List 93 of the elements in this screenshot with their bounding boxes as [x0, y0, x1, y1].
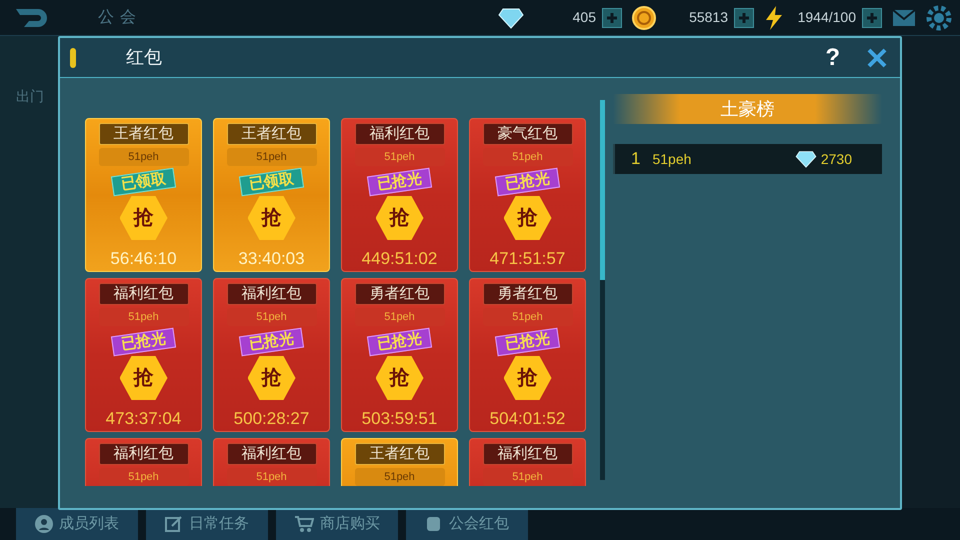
- status-stamp: 已抢光: [238, 328, 304, 356]
- packet-title: 王者红包: [226, 123, 316, 145]
- side-label: 出门: [16, 87, 44, 106]
- packet-card[interactable]: 福利红包 51peh: [213, 438, 330, 486]
- resource-value: 405: [572, 8, 596, 27]
- leaderboard-banner: 土豪榜: [613, 94, 882, 124]
- packet-title: 勇者红包: [482, 283, 572, 305]
- countdown-time: 500:28:27: [234, 408, 310, 430]
- plus-icon: [866, 12, 878, 24]
- packet-title: 王者红包: [354, 443, 444, 465]
- status-stamp: 已领取: [110, 168, 176, 196]
- packet-card[interactable]: 福利红包 51peh: [469, 438, 586, 486]
- status-stamp: 已抢光: [366, 328, 432, 356]
- packet-sender: 51peh: [354, 148, 444, 166]
- diamond-amount: 2730: [820, 150, 852, 168]
- settings-icon[interactable]: [926, 4, 952, 30]
- add-button[interactable]: [734, 8, 754, 28]
- packet-sender: 51peh: [354, 308, 444, 326]
- countdown-time: 33:40:03: [238, 248, 305, 270]
- grab-button[interactable]: 抢: [120, 356, 168, 400]
- packet-card[interactable]: 王者红包 51peh 已领取 抢 56:46:10: [85, 118, 202, 272]
- packet-sender: 51peh: [482, 468, 572, 486]
- packet-sender: 51peh: [98, 308, 188, 326]
- close-icon[interactable]: [866, 46, 888, 68]
- dialog-title: 红包: [126, 46, 162, 69]
- grab-button[interactable]: 抢: [504, 196, 552, 240]
- packet-sender: 51peh: [226, 148, 316, 166]
- status-stamp: 已抢光: [494, 328, 560, 356]
- lightning-icon: [764, 6, 784, 30]
- packet-sender: 51peh: [98, 468, 188, 486]
- packet-card[interactable]: 勇者红包 51peh 已抢光 抢 503:59:51: [341, 278, 458, 432]
- status-stamp: 已抢光: [494, 168, 560, 196]
- packet-sender: 51peh: [482, 308, 572, 326]
- add-button[interactable]: [862, 8, 882, 28]
- guild-tab[interactable]: 成员列表: [16, 508, 138, 540]
- guild-tab[interactable]: 商店购买: [276, 508, 398, 540]
- packet-title: 王者红包: [98, 123, 188, 145]
- grab-button[interactable]: 抢: [504, 356, 552, 400]
- packet-title: 豪气红包: [482, 123, 572, 145]
- cart-icon: [294, 515, 314, 533]
- packet-card[interactable]: 福利红包 51peh 已抢光 抢 473:37:04: [85, 278, 202, 432]
- countdown-time: 473:37:04: [106, 408, 182, 430]
- page-title: 公会: [98, 8, 142, 28]
- packet-title: 福利红包: [226, 443, 316, 465]
- packet-card[interactable]: 王者红包 51peh: [341, 438, 458, 486]
- packet-title: 勇者红包: [354, 283, 444, 305]
- resource-value: 55813: [688, 8, 728, 27]
- status-stamp: 已抢光: [110, 328, 176, 356]
- title-marker: [70, 48, 76, 68]
- packet-card[interactable]: 勇者红包 51peh 已抢光 抢 504:01:52: [469, 278, 586, 432]
- packet-title: 福利红包: [482, 443, 572, 465]
- add-button[interactable]: [602, 8, 622, 28]
- status-stamp: 已抢光: [366, 168, 432, 196]
- packet-card[interactable]: 福利红包 51peh: [85, 438, 202, 486]
- packet-sender: 51peh: [226, 308, 316, 326]
- rank-number: 1: [631, 148, 640, 170]
- countdown-time: 504:01:52: [490, 408, 566, 430]
- resource-value: 1944/100: [796, 8, 856, 27]
- packet-title: 福利红包: [226, 283, 316, 305]
- mail-icon[interactable]: [892, 8, 916, 26]
- status-stamp: 已领取: [238, 168, 304, 196]
- grab-button[interactable]: 抢: [248, 356, 296, 400]
- plus-icon: [738, 12, 750, 24]
- packet-sender: 51peh: [482, 148, 572, 166]
- packet-title: 福利红包: [354, 123, 444, 145]
- guild-tab[interactable]: 日常任务: [146, 508, 268, 540]
- coin-icon: [632, 6, 656, 30]
- player-name: 51peh: [652, 150, 692, 169]
- packet-card[interactable]: 福利红包 51peh 已抢光 抢 500:28:27: [213, 278, 330, 432]
- grab-button[interactable]: 抢: [376, 356, 424, 400]
- plus-icon: [606, 12, 618, 24]
- countdown-time: 471:51:57: [490, 248, 566, 270]
- packet-card[interactable]: 王者红包 51peh 已领取 抢 33:40:03: [213, 118, 330, 272]
- diamond-icon: [794, 150, 817, 168]
- countdown-time: 449:51:02: [362, 248, 438, 270]
- guild-tab[interactable]: 公会红包: [406, 508, 528, 540]
- help-button[interactable]: ?: [825, 40, 840, 76]
- grab-button[interactable]: 抢: [376, 196, 424, 240]
- packet-title: 福利红包: [98, 443, 188, 465]
- packet-sender: 51peh: [354, 468, 444, 486]
- packet-card[interactable]: 豪气红包 51peh 已抢光 抢 471:51:57: [469, 118, 586, 272]
- packet-title: 福利红包: [98, 283, 188, 305]
- packet-sender: 51peh: [226, 468, 316, 486]
- countdown-time: 56:46:10: [110, 248, 177, 270]
- packet-sender: 51peh: [98, 148, 188, 166]
- edit-icon: [165, 515, 183, 533]
- grab-button[interactable]: 抢: [248, 196, 296, 240]
- diamond-icon: [498, 6, 524, 28]
- back-icon[interactable]: [14, 6, 48, 28]
- grab-button[interactable]: 抢: [120, 196, 168, 240]
- packet-card[interactable]: 福利红包 51peh 已抢光 抢 449:51:02: [341, 118, 458, 272]
- countdown-time: 503:59:51: [362, 408, 438, 430]
- person-icon: [35, 515, 53, 533]
